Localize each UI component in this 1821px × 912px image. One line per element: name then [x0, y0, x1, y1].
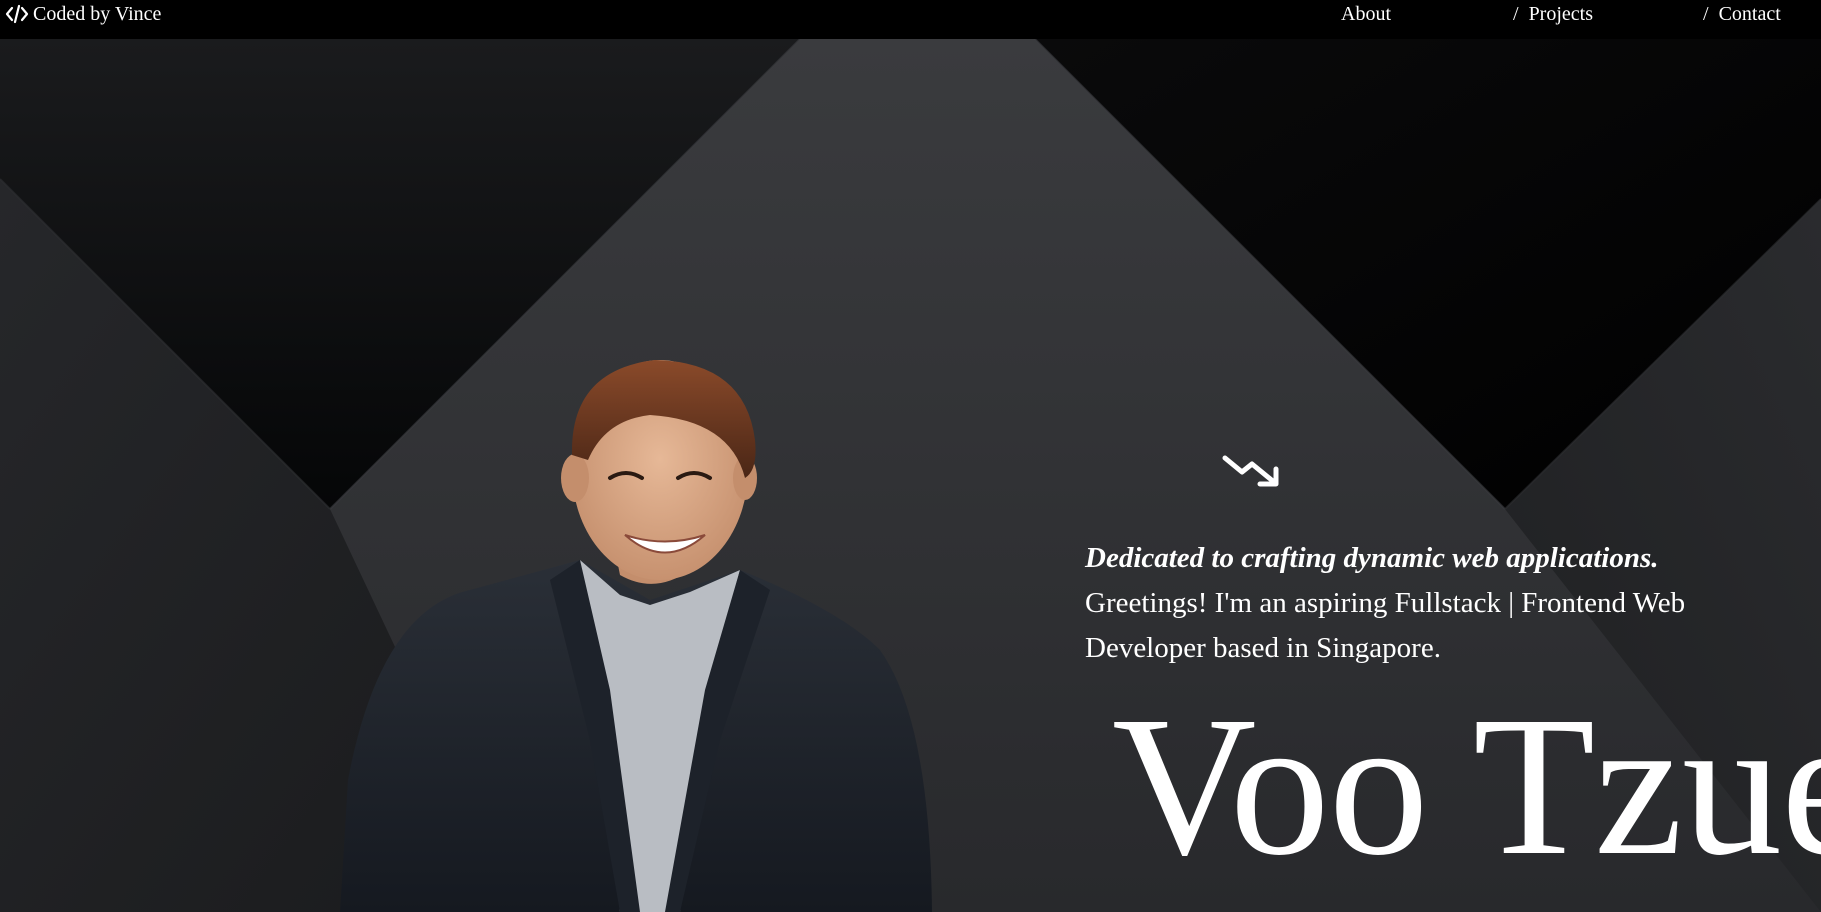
code-brackets-icon	[5, 4, 29, 24]
nav-link-contact[interactable]: / Contact	[1703, 0, 1781, 28]
hero-intro: Greetings! I'm an aspiring Fullstack | F…	[1085, 587, 1686, 664]
trend-down-arrow-icon[interactable]	[1222, 452, 1284, 490]
top-navbar: Coded by Vince About / Projects / Contact	[0, 0, 1821, 39]
nav-separator: /	[1703, 3, 1709, 25]
hero-name: Voo Tzue	[1112, 676, 1821, 897]
nav-contact-label: Contact	[1718, 3, 1781, 25]
portrait-photo	[340, 360, 932, 912]
page: Coded by Vince About / Projects / Contact	[0, 0, 1821, 912]
brand-link[interactable]: Coded by Vince	[5, 0, 161, 28]
nav-separator: /	[1513, 3, 1519, 25]
nav-links: About / Projects / Contact	[1341, 0, 1821, 28]
brand-label: Coded by Vince	[33, 2, 162, 25]
nav-projects-label: Projects	[1528, 3, 1593, 25]
hero-tagline: Dedicated to crafting dynamic web applic…	[1085, 542, 1659, 574]
nav-link-projects[interactable]: / Projects	[1513, 0, 1593, 28]
nav-link-about[interactable]: About	[1341, 0, 1391, 28]
nav-about-label: About	[1341, 3, 1391, 25]
